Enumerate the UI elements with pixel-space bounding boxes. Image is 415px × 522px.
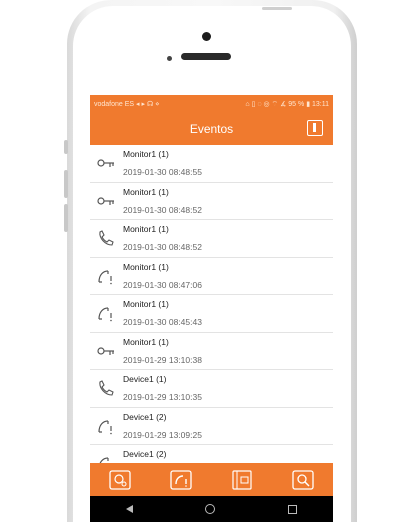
event-time: 2019-01-29 13:10:35 [123,392,202,402]
event-time: 2019-01-30 08:48:52 [123,204,202,215]
phone-screen: vodafone ES ◂ ▸ ☊ ⋄ ⌂ ▯ ◌ ◎ ⌔ ∡ 95 % ▮ 1… [90,95,333,522]
list-item[interactable]: Monitor1 (1) 2019-01-30 08:48:55 [90,145,333,183]
event-name: Monitor1 (1) [123,186,169,197]
list-item[interactable]: Device1 (2) [90,445,333,463]
volume-up-button [64,170,68,198]
settings-search-icon[interactable] [291,468,315,492]
status-left: vodafone ES ◂ ▸ ☊ ⋄ [94,101,160,108]
list-item[interactable]: Device1 (1) 2019-01-29 13:10:35 [90,370,333,408]
event-time: 2019-01-30 08:47:06 [123,279,202,290]
trash-icon[interactable] [307,120,323,136]
media-gallery-icon[interactable] [230,468,254,492]
missed-call-icon [96,304,116,324]
status-bar: vodafone ES ◂ ▸ ☊ ⋄ ⌂ ▯ ◌ ◎ ⌔ ∡ 95 % ▮ 1… [90,95,333,113]
bottom-nav [90,463,333,496]
event-name: Device1 (2) [123,449,167,459]
key-icon [96,192,116,212]
event-name: Device1 (1) [123,374,167,384]
key-icon [96,154,116,174]
app-header: Eventos [90,113,333,145]
event-list[interactable]: Monitor1 (1) 2019-01-30 08:48:55 Monitor1 … [90,145,333,463]
event-name: Monitor1 (1) [123,224,169,234]
missed-call-icon [96,267,116,287]
status-right: ⌂ ▯ ◌ ◎ ⌔ ∡ 95 % ▮ 13:11 [245,100,329,108]
power-button [262,7,292,10]
front-camera [202,32,211,41]
event-name: Device1 (2) [123,411,167,422]
event-time: 2019-01-29 13:10:38 [123,354,202,365]
event-time: 2019-01-29 13:09:25 [123,429,202,440]
key-icon [96,342,116,362]
list-item[interactable]: Monitor1 (1) 2019-01-30 08:48:52 [90,220,333,258]
call-alert-icon[interactable] [169,468,193,492]
recent-apps-icon[interactable] [287,504,297,514]
list-item[interactable]: Monitor1 (1) 2019-01-30 08:45:43 [90,295,333,333]
event-time: 2019-01-30 08:45:43 [123,317,202,327]
back-icon[interactable] [126,505,134,513]
home-icon[interactable] [205,504,216,514]
page-title: Eventos [189,122,234,136]
event-time: 2019-01-30 08:48:55 [123,167,202,177]
volume-down-button [64,204,68,232]
event-name: Monitor1 (1) [123,299,169,309]
call-icon [96,229,116,249]
missed-call-icon [96,417,116,437]
missed-call-icon [96,454,116,463]
mute-switch [64,140,68,154]
event-name: Monitor1 (1) [123,261,169,272]
call-icon [96,379,116,399]
list-item[interactable]: Monitor1 (1) 2019-01-29 13:10:38 [90,333,333,370]
list-item[interactable]: Monitor1 (1) 2019-01-30 08:48:52 [90,183,333,220]
event-name: Monitor1 (1) [123,336,169,347]
event-name: Monitor1 (1) [123,149,169,159]
list-item[interactable]: Monitor1 (1) 2019-01-30 08:47:06 [90,258,333,295]
android-nav-bar [90,496,333,522]
proximity-sensor [167,56,172,61]
earpiece-speaker [181,53,231,60]
list-item[interactable]: Device1 (2) 2019-01-29 13:09:25 [90,408,333,445]
event-time: 2019-01-30 08:48:52 [123,242,202,252]
monitor-user-icon[interactable] [108,468,132,492]
